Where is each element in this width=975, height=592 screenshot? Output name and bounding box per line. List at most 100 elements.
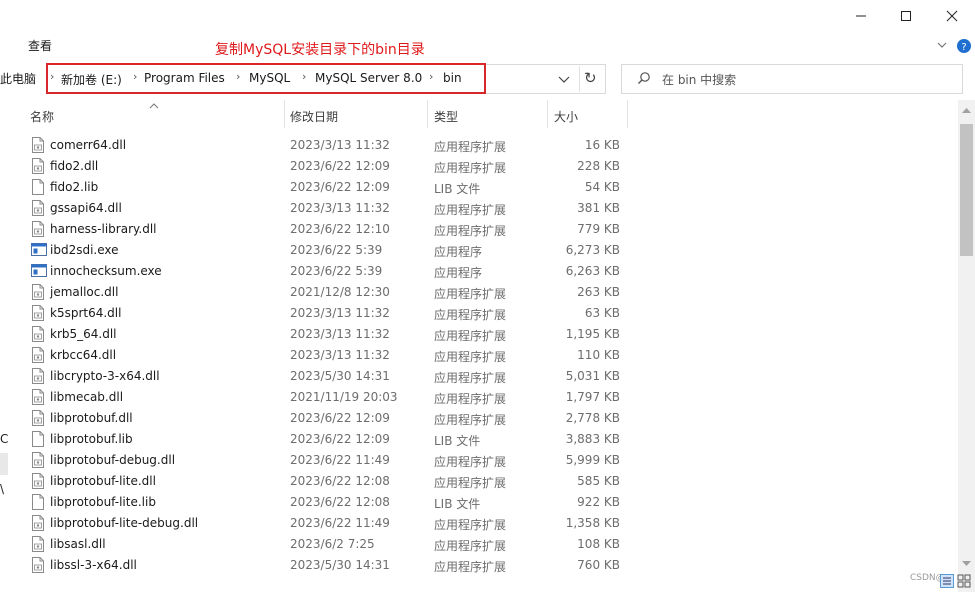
file-date: 2023/6/22 12:09 (290, 432, 390, 446)
breadcrumb-bin[interactable]: bin (443, 71, 462, 85)
file-row[interactable]: libprotobuf.lib 2023/6/22 12:09 LIB 文件 3,88… (0, 429, 960, 450)
file-row[interactable]: libcrypto-3-x64.dll 2023/5/30 14:31 应用程序扩展… (0, 366, 960, 387)
details-view-button[interactable] (940, 574, 954, 588)
file-row[interactable]: comerr64.dll 2023/3/13 11:32 应用程序扩展 16 KB (0, 135, 960, 156)
file-name: k5sprt64.dll (50, 306, 122, 320)
file-type: 应用程序扩展 (434, 161, 507, 175)
scroll-down-arrow[interactable] (960, 557, 973, 571)
tab-view[interactable]: 查看 (28, 37, 52, 54)
file-row[interactable]: harness-library.dll 2023/6/22 12:10 应用程序扩展… (0, 219, 960, 240)
file-size: 6,273 KB (565, 243, 620, 257)
file-date: 2021/12/8 12:30 (290, 285, 390, 299)
breadcrumb-separator[interactable]: › (236, 70, 240, 83)
column-header-date[interactable]: 修改日期 (290, 108, 338, 125)
file-date: 2023/6/22 12:09 (290, 180, 390, 194)
scrollbar-thumb[interactable] (960, 124, 973, 256)
file-type: 应用程序扩展 (434, 539, 507, 553)
file-size: 5,031 KB (565, 369, 620, 383)
maximize-button[interactable] (883, 0, 929, 32)
file-size: 263 KB (577, 285, 620, 299)
file-row[interactable]: libprotobuf-lite.lib 2023/6/22 12:08 LIB 文… (0, 492, 960, 513)
generic-file-icon (31, 494, 45, 510)
breadcrumb-drive[interactable]: 新加卷 (E:) (61, 71, 122, 88)
file-size: 16 KB (584, 138, 620, 152)
file-type: 应用程序扩展 (434, 140, 507, 154)
column-header-type[interactable]: 类型 (434, 108, 458, 125)
file-row[interactable]: fido2.lib 2023/6/22 12:09 LIB 文件 54 KB (0, 177, 960, 198)
dll-file-icon (31, 368, 45, 384)
column-divider[interactable] (627, 100, 628, 128)
file-size: 6,263 KB (565, 264, 620, 278)
search-placeholder: 在 bin 中搜索 (662, 73, 737, 87)
file-row[interactable]: innochecksum.exe 2023/6/22 5:39 应用程序 6,263 … (0, 261, 960, 282)
file-row[interactable]: gssapi64.dll 2023/3/13 11:32 应用程序扩展 381 KB (0, 198, 960, 219)
breadcrumb-separator[interactable]: › (50, 70, 54, 83)
minimize-icon (856, 15, 866, 17)
file-row[interactable]: jemalloc.dll 2021/12/8 12:30 应用程序扩展 263 KB (0, 282, 960, 303)
annotation-text: 复制MySQL安装目录下的bin目录 (215, 42, 425, 58)
file-row[interactable]: libsasl.dll 2023/6/2 7:25 应用程序扩展 108 KB (0, 534, 960, 555)
help-button[interactable]: ? (956, 38, 972, 54)
refresh-button[interactable]: ↻ (584, 69, 597, 87)
file-row[interactable]: libprotobuf-lite-debug.dll 2023/6/22 11:4… (0, 513, 960, 534)
file-row[interactable]: krbcc64.dll 2023/3/13 11:32 应用程序扩展 110 KB (0, 345, 960, 366)
column-divider[interactable] (427, 100, 428, 128)
help-icon: ? (957, 39, 971, 53)
file-type: 应用程序 (434, 245, 483, 259)
file-row[interactable]: libssl-3-x64.dll 2023/5/30 14:31 应用程序扩展 760… (0, 555, 960, 576)
address-dropdown-button[interactable] (552, 66, 576, 92)
column-divider[interactable] (284, 100, 285, 128)
file-date: 2023/6/22 12:09 (290, 159, 390, 173)
close-icon (946, 10, 958, 22)
file-type: 应用程序扩展 (434, 392, 507, 406)
scroll-up-arrow[interactable] (960, 104, 973, 118)
file-row[interactable]: libprotobuf-lite.dll 2023/6/22 12:08 应用程序扩… (0, 471, 960, 492)
file-row[interactable]: libprotobuf.dll 2023/6/22 12:09 应用程序扩展 2,77… (0, 408, 960, 429)
close-button[interactable] (929, 0, 975, 32)
file-type: 应用程序扩展 (434, 371, 507, 385)
file-type: 应用程序扩展 (434, 413, 507, 427)
generic-file-icon (31, 179, 45, 195)
chevron-down-icon (558, 76, 570, 83)
column-header-name[interactable]: 名称 (30, 108, 54, 125)
file-name: libprotobuf.dll (50, 411, 133, 425)
breadcrumb-program-files[interactable]: Program Files (144, 71, 225, 85)
breadcrumb-separator[interactable]: › (429, 70, 433, 83)
large-icons-view-button[interactable] (957, 574, 971, 588)
file-row[interactable]: krb5_64.dll 2023/3/13 11:32 应用程序扩展 1,195 KB (0, 324, 960, 345)
svg-text:?: ? (961, 42, 966, 53)
column-divider[interactable] (547, 100, 548, 128)
breadcrumb-separator[interactable]: › (133, 70, 137, 83)
file-row[interactable]: libprotobuf-debug.dll 2023/6/22 11:49 应用程序… (0, 450, 960, 471)
dll-file-icon (31, 347, 45, 363)
breadcrumb-separator[interactable]: › (302, 70, 306, 83)
file-date: 2023/3/13 11:32 (290, 348, 390, 362)
file-name: libprotobuf-lite.dll (50, 474, 156, 488)
file-size: 1,195 KB (565, 327, 620, 341)
application-file-icon (31, 263, 47, 279)
file-row[interactable]: libmecab.dll 2021/11/19 20:03 应用程序扩展 1,797 … (0, 387, 960, 408)
details-view-icon (940, 574, 954, 588)
column-header-size[interactable]: 大小 (554, 108, 578, 125)
ribbon-expand-button[interactable] (935, 38, 951, 54)
file-date: 2023/6/22 11:49 (290, 516, 390, 530)
dll-file-icon (31, 410, 45, 426)
generic-file-icon (31, 431, 45, 447)
file-row[interactable]: ibd2sdi.exe 2023/6/22 5:39 应用程序 6,273 KB (0, 240, 960, 261)
file-name: libsasl.dll (50, 537, 106, 551)
file-size: 63 KB (584, 306, 620, 320)
address-divider (579, 66, 580, 92)
file-row[interactable]: fido2.dll 2023/6/22 12:09 应用程序扩展 228 KB (0, 156, 960, 177)
file-name: libprotobuf-lite-debug.dll (50, 516, 199, 530)
file-type: LIB 文件 (434, 182, 481, 196)
file-date: 2023/5/30 14:31 (290, 369, 390, 383)
file-row[interactable]: k5sprt64.dll 2023/3/13 11:32 应用程序扩展 63 KB (0, 303, 960, 324)
file-date: 2023/6/22 12:08 (290, 474, 390, 488)
breadcrumb-mysql[interactable]: MySQL (249, 71, 290, 85)
file-name: libssl-3-x64.dll (50, 558, 137, 572)
dll-file-icon (31, 557, 45, 573)
address-this-pc[interactable]: 此电脑 (0, 70, 36, 87)
file-date: 2023/6/22 12:10 (290, 222, 390, 236)
breadcrumb-mysql-server[interactable]: MySQL Server 8.0 (315, 71, 422, 85)
minimize-button[interactable] (838, 0, 884, 32)
